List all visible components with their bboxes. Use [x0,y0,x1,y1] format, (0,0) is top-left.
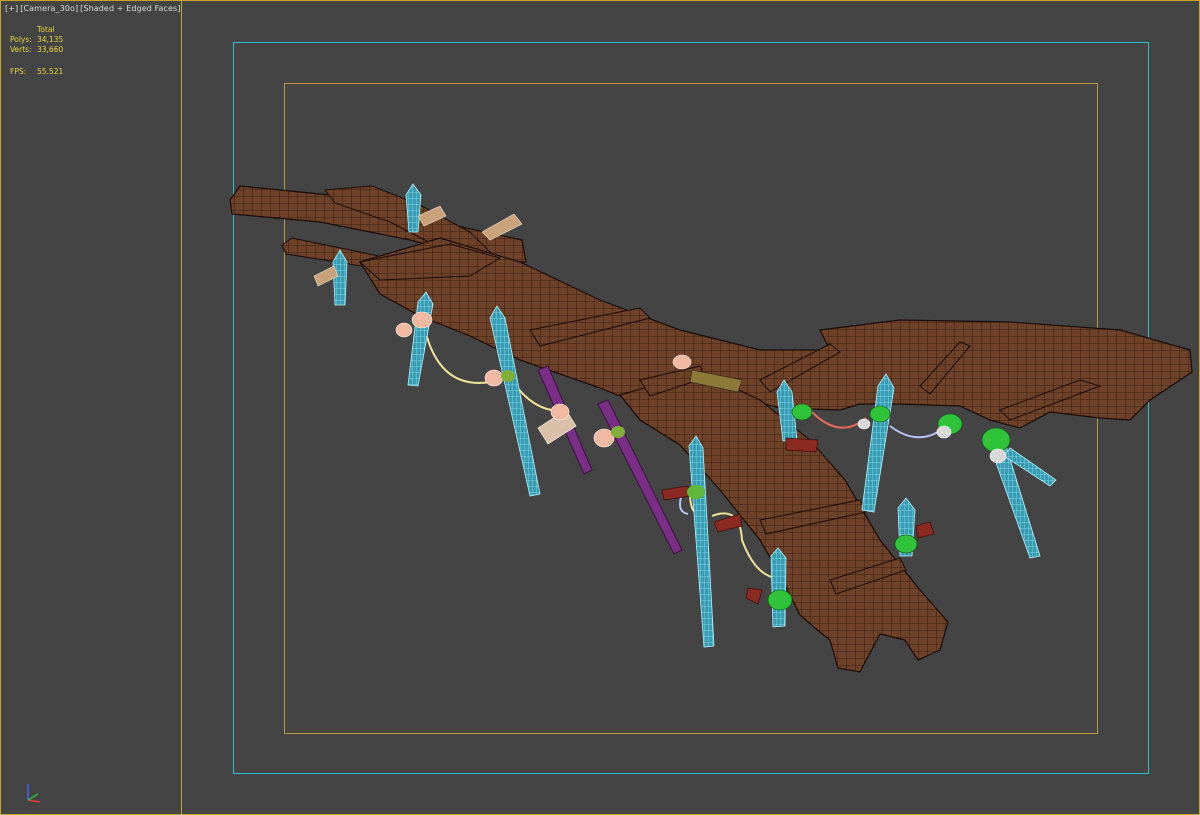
3d-viewport[interactable]: [+] [Camera_30o] [Shaded + Edged Faces] To… [0,0,1200,815]
bridge-walkway-main[interactable] [358,237,1193,429]
3d-scene-bridge-model[interactable] [0,0,1200,815]
